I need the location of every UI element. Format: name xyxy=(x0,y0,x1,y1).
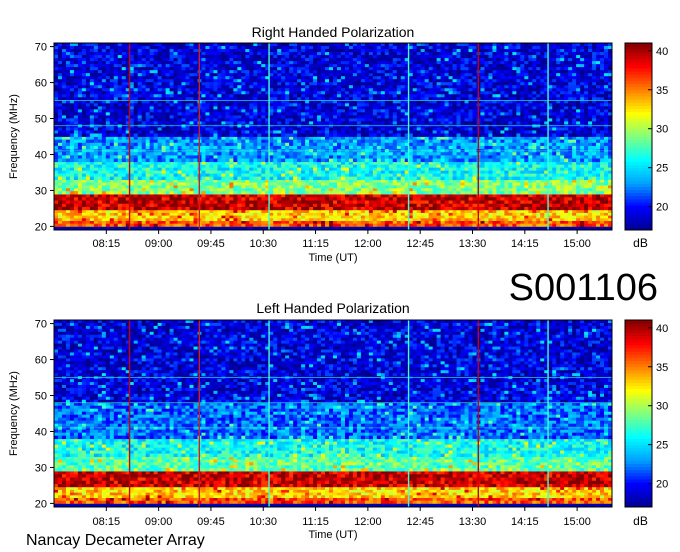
colorbar-tick-label: 25 xyxy=(656,440,668,452)
x-tick-label: 15:00 xyxy=(563,238,591,250)
colorbar-tick-label: 20 xyxy=(656,202,668,214)
y-tick-label: 70 xyxy=(35,42,47,54)
x-tick-label: 11:15 xyxy=(302,516,329,528)
x-tick-label: 15:00 xyxy=(563,516,591,528)
y-tick-label: 20 xyxy=(35,221,47,233)
spectrogram-image xyxy=(54,320,612,507)
y-tick-label: 30 xyxy=(35,462,47,474)
colorbar-tick-label: 35 xyxy=(656,85,668,97)
y-tick-label: 70 xyxy=(35,319,47,331)
colorbar-tick-label: 30 xyxy=(656,124,668,136)
x-tick-label: 12:45 xyxy=(406,238,434,250)
x-tick-label: 14:15 xyxy=(511,516,539,528)
colorbar: 20 25 30 35 40 dB xyxy=(624,319,668,528)
y-tick-label: 40 xyxy=(35,426,47,438)
x-tick-label: 12:00 xyxy=(354,238,382,250)
colorbar-tick-label: 40 xyxy=(656,323,668,335)
left-polarization-panel: Left Handed Polarization 20 30 40 50 60 70 Freq… xyxy=(8,300,668,541)
x-tick-label: 13:30 xyxy=(459,238,487,250)
observation-id: S001106 xyxy=(509,267,658,309)
colorbar-unit: dB xyxy=(633,514,648,528)
footer-label: Nancay Decameter Array xyxy=(26,532,205,549)
colorbar-tick-label: 20 xyxy=(656,479,668,491)
x-tick-label: 09:00 xyxy=(145,238,173,250)
colorbar-tick-label: 35 xyxy=(656,362,668,374)
y-tick-label: 60 xyxy=(35,355,47,367)
x-tick-label: 14:15 xyxy=(511,238,539,250)
x-axis-label: Time (UT) xyxy=(308,529,357,541)
x-tick-label: 09:00 xyxy=(145,516,173,528)
x-tick-label: 10:30 xyxy=(249,516,277,528)
x-tick-label: 09:45 xyxy=(197,238,225,250)
x-tick-label: 08:15 xyxy=(93,516,121,528)
panel-title: Left Handed Polarization xyxy=(256,300,409,316)
x-tick-label: 10:30 xyxy=(249,238,277,250)
spectrogram-image xyxy=(54,43,612,230)
y-tick-label: 20 xyxy=(35,498,47,510)
y-tick-label: 30 xyxy=(35,185,47,197)
y-tick-label: 40 xyxy=(35,149,47,161)
x-tick-label: 13:30 xyxy=(459,516,487,528)
y-tick-label: 50 xyxy=(35,391,47,403)
panel-title: Right Handed Polarization xyxy=(252,24,415,40)
right-polarization-panel: Right Handed Polarization 20 30 40 50 60 70 Fre… xyxy=(8,24,668,264)
x-tick-label: 11:15 xyxy=(302,238,329,250)
y-axis-label: Frequency (MHz) xyxy=(8,94,20,179)
spectrogram-figure: Right Handed Polarization 20 30 40 50 60 70 Fre… xyxy=(8,24,668,549)
x-tick-label: 12:00 xyxy=(354,516,382,528)
x-tick-label: 08:15 xyxy=(93,238,121,250)
colorbar-tick-label: 40 xyxy=(656,46,668,58)
x-tick-label: 09:45 xyxy=(197,516,225,528)
colorbar-tick-label: 30 xyxy=(656,401,668,413)
y-axis-label: Frequency (MHz) xyxy=(8,371,20,456)
colorbar-tick-label: 25 xyxy=(656,163,668,175)
colorbar: 20 25 30 35 40 dB xyxy=(624,42,668,250)
x-axis-label: Time (UT) xyxy=(308,252,357,264)
y-tick-label: 60 xyxy=(35,78,47,90)
colorbar-unit: dB xyxy=(633,236,648,250)
x-tick-label: 12:45 xyxy=(406,516,434,528)
y-tick-label: 50 xyxy=(35,114,47,126)
